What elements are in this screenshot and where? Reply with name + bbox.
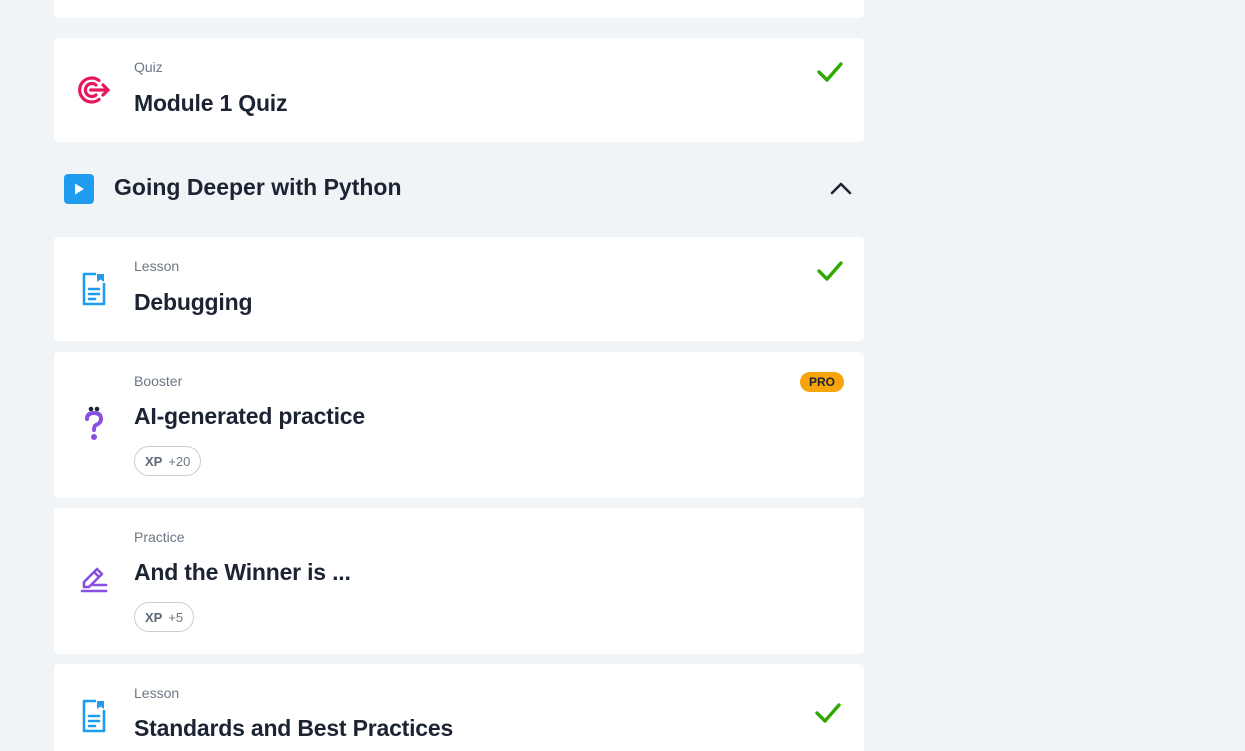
xp-badge: XP +20	[134, 446, 202, 476]
item-type-label: Booster	[134, 373, 183, 389]
booster-item-card[interactable]: Booster AI-generated practice XP +20 PRO	[54, 352, 864, 498]
lesson-item-card[interactable]: Lesson Standards and Best Practices	[54, 664, 864, 751]
item-type-label: Lesson	[134, 685, 180, 701]
xp-value: +20	[168, 453, 191, 469]
section-header[interactable]: Going Deeper with Python	[54, 159, 864, 219]
question-mark-icon	[76, 406, 112, 442]
lesson-doc-icon	[76, 698, 112, 734]
section-title: Going Deeper with Python	[114, 174, 402, 200]
check-icon	[817, 62, 843, 82]
item-title[interactable]: AI-generated practice	[134, 403, 365, 430]
chevron-up-icon[interactable]	[828, 179, 854, 197]
xp-value: +5	[168, 609, 184, 625]
item-type-label: Lesson	[134, 258, 180, 274]
previous-item-card[interactable]	[54, 0, 864, 18]
xp-label: XP	[145, 453, 163, 469]
check-icon	[817, 261, 843, 281]
lesson-item-card[interactable]: Lesson Debugging	[54, 237, 864, 341]
lesson-doc-icon	[76, 271, 112, 307]
pencil-icon	[76, 562, 112, 598]
pro-badge: PRO	[799, 372, 844, 392]
item-title[interactable]: Standards and Best Practices	[134, 715, 453, 742]
item-type-label: Practice	[134, 529, 185, 545]
check-icon	[815, 703, 841, 723]
item-title[interactable]: Module 1 Quiz	[134, 90, 287, 117]
quiz-item-card[interactable]: Quiz Module 1 Quiz	[54, 38, 864, 142]
item-title[interactable]: And the Winner is ...	[134, 559, 351, 586]
item-title[interactable]: Debugging	[134, 289, 252, 316]
practice-item-card[interactable]: Practice And the Winner is ... XP +5	[54, 508, 864, 654]
target-icon	[76, 72, 112, 108]
xp-badge: XP +5	[134, 602, 195, 632]
item-type-label: Quiz	[134, 59, 163, 75]
xp-label: XP	[145, 609, 163, 625]
play-icon	[64, 174, 94, 204]
